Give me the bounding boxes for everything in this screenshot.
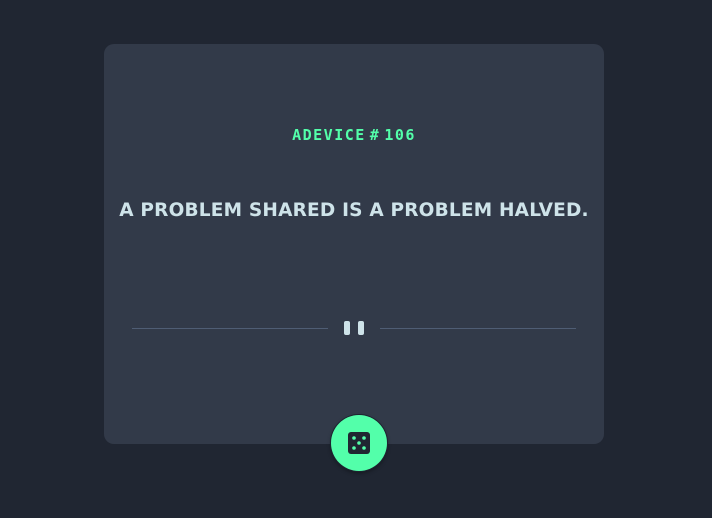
advice-card: ADEVICE #106 (104, 44, 604, 444)
pattern-divider (132, 318, 576, 338)
advice-label: ADEVICE (292, 126, 366, 144)
advice-hash: # (369, 126, 381, 144)
pause-icon (344, 321, 364, 335)
divider-line-right (380, 328, 576, 329)
advice-quote: A PROBLEM SHARED IS A PROBLEM HALVED. (119, 200, 589, 221)
advice-id: ADEVICE #106 (104, 126, 604, 144)
new-advice-dice-button[interactable] (331, 415, 387, 471)
dice-icon (348, 432, 370, 454)
page: ADEVICE #106 A PROBLEM SHARED IS A PROBLE… (0, 0, 712, 518)
divider-line-left (132, 328, 328, 329)
advice-number: 106 (384, 126, 416, 144)
